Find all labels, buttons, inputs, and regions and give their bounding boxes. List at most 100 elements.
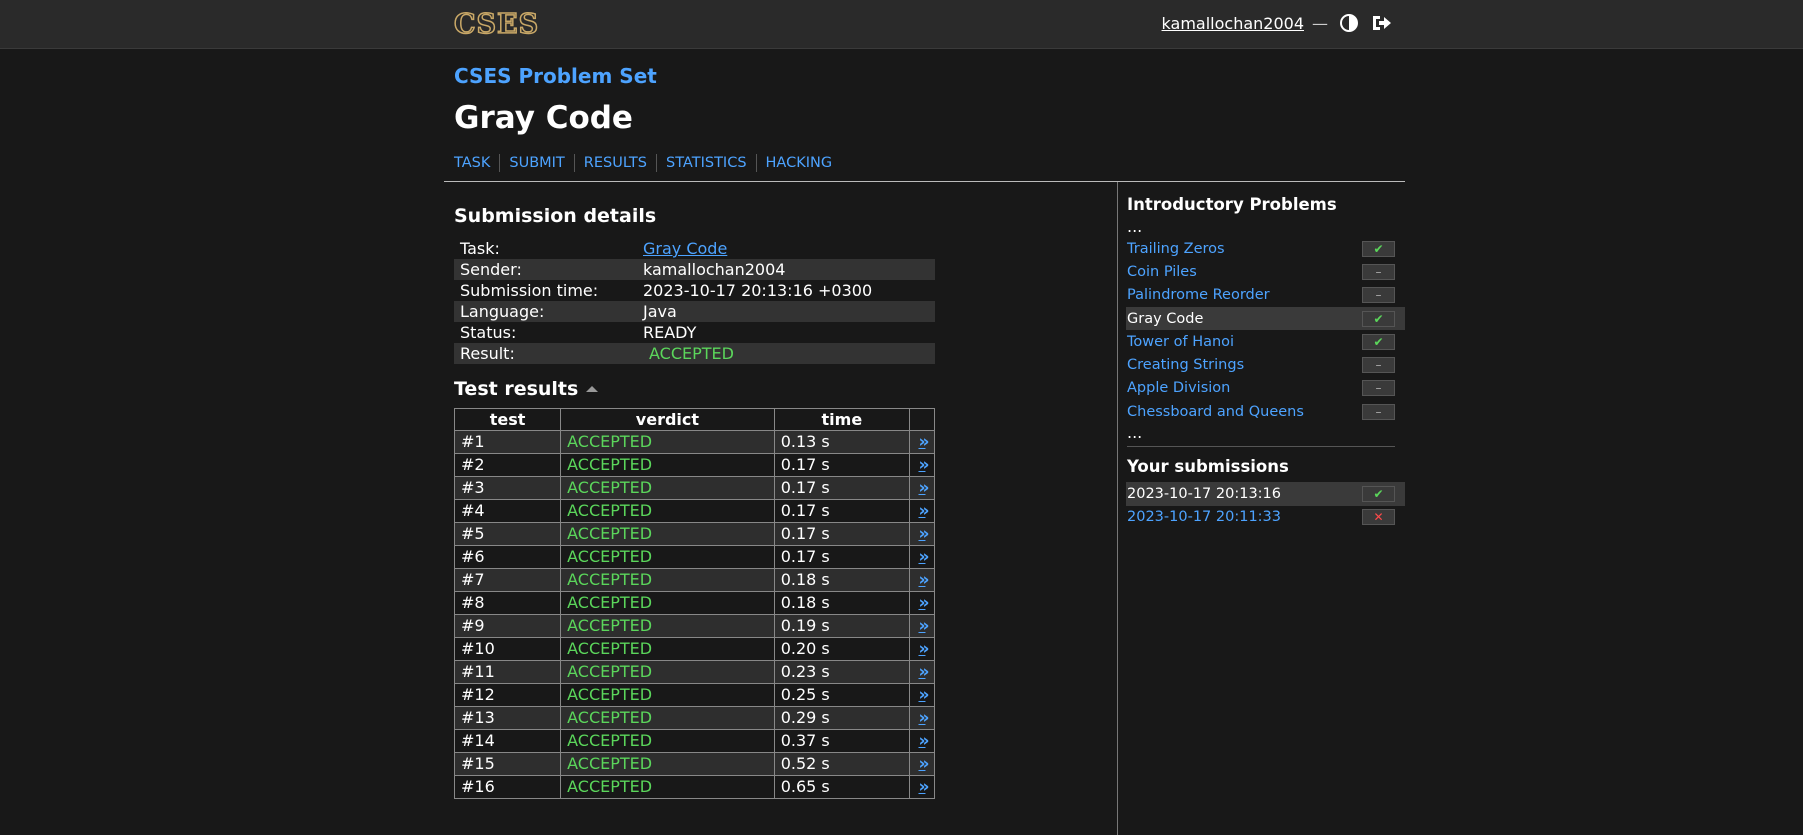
sidebar-problem-link[interactable]: Apple Division bbox=[1126, 380, 1230, 396]
sidebar-problem-link[interactable]: Trailing Zeros bbox=[1126, 241, 1225, 257]
test-link-cell: » bbox=[909, 591, 935, 615]
view-test-link-icon[interactable]: » bbox=[919, 754, 930, 774]
test-time: 0.17 s bbox=[773, 522, 911, 546]
view-test-link-icon[interactable]: » bbox=[919, 501, 930, 521]
table-row: #14 ACCEPTED 0.37 s » bbox=[453, 729, 935, 753]
test-link-cell: » bbox=[909, 545, 935, 569]
sidebar-problem-link[interactable]: Chessboard and Queens bbox=[1126, 404, 1304, 420]
task-link[interactable]: Gray Code bbox=[643, 239, 727, 258]
page-header: CSES Problem Set Gray Code bbox=[454, 58, 1404, 136]
tab-task[interactable]: TASK bbox=[454, 154, 499, 172]
test-id: #12 bbox=[453, 683, 562, 707]
sidebar-problem-link[interactable]: Creating Strings bbox=[1126, 357, 1244, 373]
test-verdict: ACCEPTED bbox=[560, 499, 775, 523]
test-time: 0.18 s bbox=[773, 568, 911, 592]
test-link-cell: » bbox=[909, 683, 935, 707]
test-id: #4 bbox=[453, 499, 562, 523]
sidebar-problem-item[interactable]: Apple Division – bbox=[1126, 377, 1405, 400]
detail-key: Result: bbox=[454, 343, 637, 364]
cses-logo[interactable]: CSES bbox=[453, 10, 539, 39]
test-id: #11 bbox=[453, 660, 562, 684]
sidebar-problem-link[interactable]: Tower of Hanoi bbox=[1126, 334, 1234, 350]
sidebar-separator bbox=[1127, 446, 1395, 448]
view-test-link-icon[interactable]: » bbox=[919, 777, 930, 797]
sidebar-problem-link[interactable]: Palindrome Reorder bbox=[1126, 287, 1270, 303]
submission-item[interactable]: 2023-10-17 20:11:33 ✕ bbox=[1126, 506, 1405, 529]
table-row: #5 ACCEPTED 0.17 s » bbox=[453, 522, 935, 546]
sidebar-problem-item[interactable]: Tower of Hanoi ✔ bbox=[1126, 330, 1405, 353]
section-title: Introductory Problems bbox=[1127, 195, 1337, 214]
top-bar: CSES kamallochan2004 — bbox=[0, 0, 1803, 49]
sidebar-problem-item[interactable]: Trailing Zeros ✔ bbox=[1126, 237, 1405, 260]
test-link-cell: » bbox=[909, 476, 935, 500]
table-row: #12 ACCEPTED 0.25 s » bbox=[453, 683, 935, 707]
sidebar-problem-item[interactable]: Coin Piles – bbox=[1126, 260, 1405, 283]
ellipsis-top: ... bbox=[1127, 217, 1143, 236]
view-test-link-icon[interactable]: » bbox=[919, 662, 930, 682]
test-time: 0.52 s bbox=[773, 752, 911, 776]
username-link[interactable]: kamallochan2004 bbox=[1162, 14, 1304, 33]
view-test-link-icon[interactable]: » bbox=[919, 639, 930, 659]
table-row: #4 ACCEPTED 0.17 s » bbox=[453, 499, 935, 523]
collapse-caret-icon[interactable] bbox=[586, 386, 599, 392]
sidebar-problem-item[interactable]: Gray Code ✔ bbox=[1126, 306, 1405, 331]
view-test-link-icon[interactable]: » bbox=[919, 432, 930, 452]
test-link-cell: » bbox=[909, 706, 935, 730]
logout-icon[interactable] bbox=[1370, 12, 1392, 34]
problem-set-title[interactable]: CSES Problem Set bbox=[454, 64, 1404, 88]
test-id: #13 bbox=[453, 706, 562, 730]
sidebar-problem-item[interactable]: Creating Strings – bbox=[1126, 353, 1405, 376]
test-id: #8 bbox=[453, 591, 562, 615]
test-verdict: ACCEPTED bbox=[560, 683, 775, 707]
problem-list: Trailing Zeros ✔ Coin Piles – Palindrome Reo… bbox=[1126, 237, 1405, 423]
submission-list: 2023-10-17 20:13:16 ✔ 2023-10-17 20:11:33 ✕ bbox=[1126, 482, 1405, 529]
view-test-link-icon[interactable]: » bbox=[919, 731, 930, 751]
detail-value: 2023-10-17 20:13:16 +0300 bbox=[643, 281, 873, 300]
view-test-link-icon[interactable]: » bbox=[919, 570, 930, 590]
sidebar-problem-item[interactable]: Palindrome Reorder – bbox=[1126, 284, 1405, 307]
view-test-link-icon[interactable]: » bbox=[919, 547, 930, 567]
table-row: #16 ACCEPTED 0.65 s » bbox=[453, 775, 935, 799]
submission-time-link[interactable]: 2023-10-17 20:11:33 bbox=[1126, 509, 1281, 525]
test-id: #10 bbox=[453, 637, 562, 661]
view-test-link-icon[interactable]: » bbox=[919, 616, 930, 636]
table-row: #11 ACCEPTED 0.23 s » bbox=[453, 660, 935, 684]
view-test-link-icon[interactable]: » bbox=[919, 455, 930, 475]
test-link-cell: » bbox=[909, 430, 935, 454]
view-test-link-icon[interactable]: » bbox=[919, 685, 930, 705]
theme-toggle-icon[interactable] bbox=[1338, 12, 1360, 34]
sidebar: Introductory Problems ... Trailing Zeros… bbox=[1126, 195, 1405, 529]
test-time: 0.13 s bbox=[773, 430, 911, 454]
main-content: Submission details Task: Gray Code Sende… bbox=[453, 205, 1114, 799]
test-id: #15 bbox=[453, 752, 562, 776]
test-link-cell: » bbox=[909, 453, 935, 477]
table-row: #1 ACCEPTED 0.13 s » bbox=[453, 430, 935, 454]
submission-details-heading: Submission details bbox=[454, 205, 657, 227]
detail-key: Submission time: bbox=[460, 281, 599, 300]
detail-value: ACCEPTED bbox=[637, 343, 935, 364]
submission-item[interactable]: 2023-10-17 20:13:16 ✔ bbox=[1126, 482, 1405, 506]
test-verdict: ACCEPTED bbox=[560, 775, 775, 799]
dash-icon: – bbox=[1362, 263, 1395, 280]
test-id: #2 bbox=[453, 453, 562, 477]
tab-submit[interactable]: SUBMIT bbox=[499, 154, 573, 172]
submission-time-label: 2023-10-17 20:13:16 bbox=[1127, 486, 1281, 503]
detail-key: Language: bbox=[454, 301, 637, 322]
view-test-link-icon[interactable]: » bbox=[919, 524, 930, 544]
test-id: #16 bbox=[453, 775, 562, 799]
column-header-test: test bbox=[453, 408, 562, 431]
view-test-link-icon[interactable]: » bbox=[919, 593, 930, 613]
test-time: 0.23 s bbox=[773, 660, 911, 684]
sidebar-problem-link[interactable]: Coin Piles bbox=[1126, 264, 1197, 280]
tab-hacking[interactable]: HACKING bbox=[755, 154, 842, 172]
tab-statistics[interactable]: STATISTICS bbox=[656, 154, 756, 172]
tab-results[interactable]: RESULTS bbox=[573, 154, 656, 172]
view-test-link-icon[interactable]: » bbox=[919, 478, 930, 498]
table-row: #3 ACCEPTED 0.17 s » bbox=[453, 476, 935, 500]
sidebar-problem-item[interactable]: Chessboard and Queens – bbox=[1126, 400, 1405, 423]
test-verdict: ACCEPTED bbox=[560, 706, 775, 730]
column-header-link bbox=[909, 408, 935, 431]
test-link-cell: » bbox=[909, 568, 935, 592]
test-time: 0.65 s bbox=[773, 775, 911, 799]
view-test-link-icon[interactable]: » bbox=[919, 708, 930, 728]
